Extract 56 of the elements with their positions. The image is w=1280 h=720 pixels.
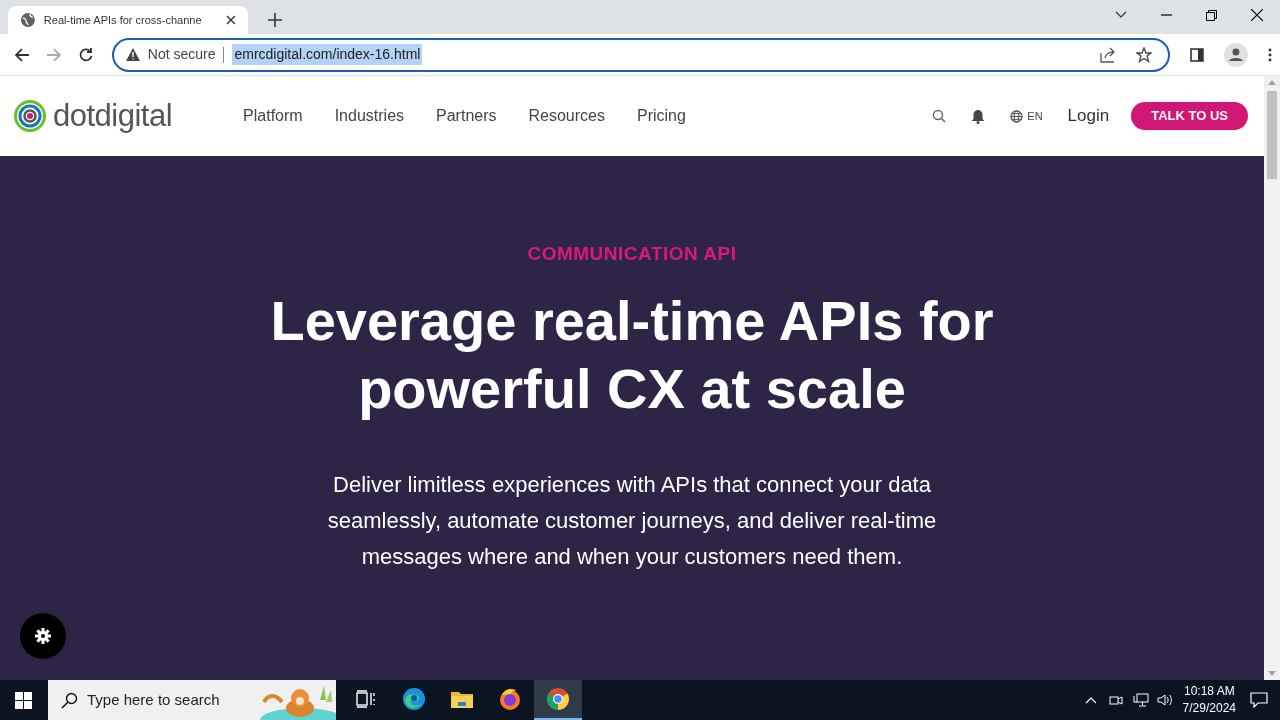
close-icon[interactable] (226, 15, 236, 25)
taskbar-search-field[interactable]: Type here to search (48, 680, 336, 720)
edge-browser-icon (402, 687, 426, 711)
clock-time[interactable]: 10:18 AM (1183, 683, 1235, 700)
bell-icon[interactable] (971, 108, 986, 124)
scrollbar[interactable] (1264, 76, 1280, 680)
folder-icon (450, 689, 474, 709)
nav-link[interactable]: Pricing (626, 104, 697, 128)
chevron-down-icon[interactable] (1115, 11, 1127, 19)
restore-icon[interactable] (1206, 9, 1217, 21)
tab-title: Real-time APIs for cross-channe (43, 12, 203, 28)
logo-text[interactable]: dotdigital (53, 92, 173, 140)
hero-description: Deliver limitless experiences with APIs that connect your data seamlessly, automate customer journeys, and deliver real-time messages where and when your customers need them. (326, 470, 938, 571)
nav-link[interactable]: Platform (232, 104, 314, 128)
reload-icon[interactable] (77, 46, 94, 63)
clock-date[interactable]: 7/29/2024 (1182, 700, 1236, 717)
search-icon[interactable] (932, 109, 947, 123)
speaker-icon[interactable] (1156, 693, 1173, 707)
notification-icon[interactable] (1250, 692, 1268, 708)
chrome-browser-icon (546, 687, 570, 711)
language-selector[interactable]: EN (1010, 107, 1043, 125)
back-icon[interactable] (14, 46, 30, 63)
menu-icon[interactable] (1268, 47, 1273, 62)
task-view-icon (356, 690, 376, 708)
login-link[interactable]: Login (1067, 103, 1110, 129)
close-window-icon[interactable] (1251, 9, 1263, 21)
logo-icon[interactable] (14, 100, 46, 132)
address-bar[interactable]: Not secure emrcdigital.com/index-16.html (111, 37, 1171, 72)
talk-to-us-button[interactable]: TALK TO US (1131, 102, 1248, 130)
windows-start-icon[interactable] (15, 691, 32, 709)
security-label: Not secure (147, 45, 216, 64)
new-tab-icon[interactable] (268, 13, 282, 27)
chevron-up-icon[interactable] (1084, 696, 1097, 704)
share-icon[interactable] (1100, 46, 1117, 63)
search-placeholder: Type here to search (87, 689, 220, 710)
star-icon[interactable] (1136, 46, 1153, 63)
profile-icon[interactable] (1224, 42, 1249, 67)
search-icon (61, 691, 78, 709)
browser-tab[interactable]: Real-time APIs for cross-channe (8, 6, 248, 34)
globe-icon (1010, 109, 1024, 123)
hero-eyebrow: COMMUNICATION API (527, 242, 737, 266)
hero-heading: Leverage real-time APIs for powerful CX at scale (269, 287, 995, 422)
network-icon[interactable] (1132, 693, 1149, 707)
settings-button[interactable] (20, 613, 66, 659)
scroll-thumb[interactable] (1267, 91, 1277, 179)
firefox-browser-icon (498, 687, 522, 711)
nav-link[interactable]: Industries (323, 104, 416, 128)
nav-link[interactable]: Partners (425, 104, 508, 128)
globe-icon (20, 12, 36, 28)
side-panel-icon[interactable] (1190, 47, 1205, 62)
gear-icon (35, 628, 51, 644)
taskbar-app-button[interactable] (534, 680, 582, 720)
url-text: emrcdigital.com/index-16.html (232, 44, 423, 65)
camera-icon[interactable] (1108, 693, 1123, 707)
warning-icon (125, 48, 140, 61)
nav-link[interactable]: Resources (517, 104, 616, 128)
